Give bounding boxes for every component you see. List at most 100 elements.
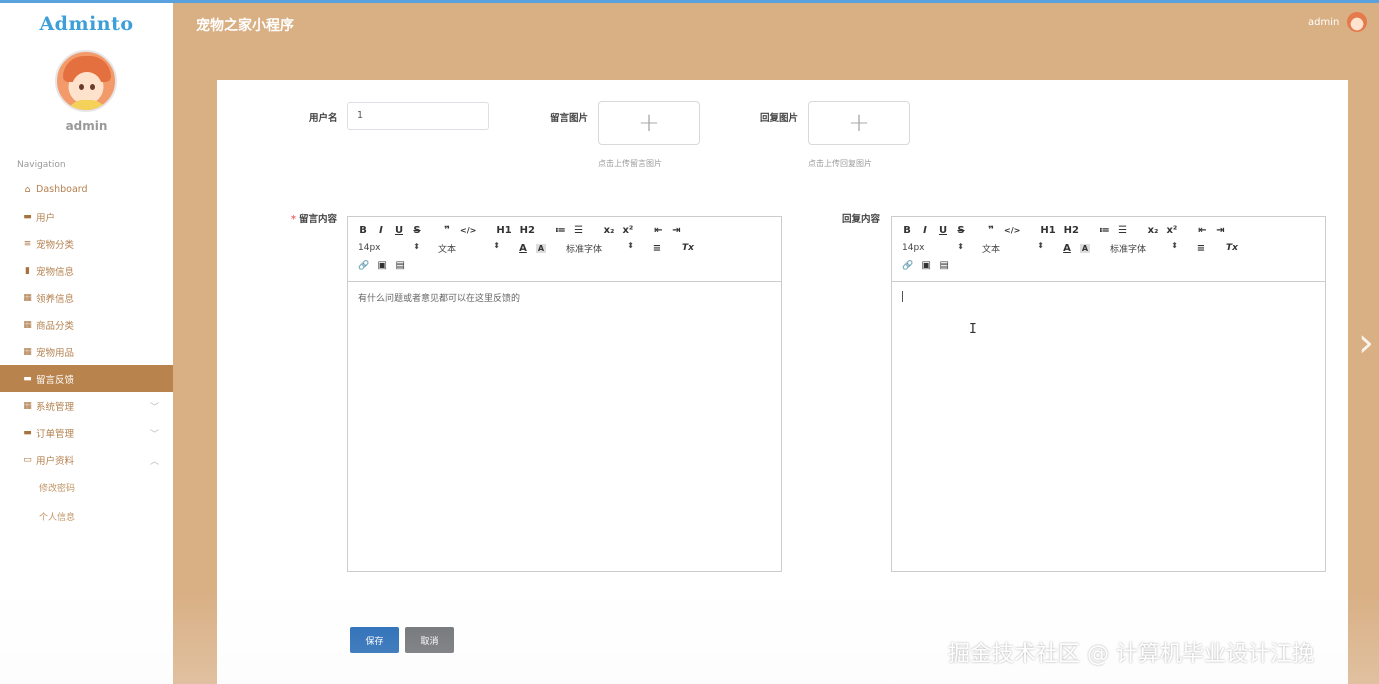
sidebar-item-profile[interactable]: ▭ 用户资料 ︿ [0,446,173,473]
sidebar-subitem-personal-info[interactable]: 个人信息 [0,502,173,531]
superscript-button[interactable]: x² [1166,225,1177,236]
sidebar-item-users[interactable]: ▬ 用户 [0,203,173,230]
list-icon: ≡ [23,238,32,249]
image-icon[interactable]: ▣ [377,260,387,271]
reply-content-text[interactable] [892,282,1325,311]
sidebar-subitem-change-password[interactable]: 修改密码 [0,473,173,502]
chevron-down-icon[interactable]: ﹀ [150,427,159,440]
chevron-left-icon[interactable]: ‹ [6,323,22,363]
underline-button[interactable]: U [394,225,404,236]
background-color-button[interactable]: A [536,243,546,253]
strike-button[interactable]: S [412,225,422,236]
indent-button[interactable]: ⇥ [1215,225,1225,236]
chevron-down-icon[interactable]: ﹀ [150,400,159,413]
subscript-button[interactable]: x₂ [604,225,615,236]
bold-button[interactable]: B [902,225,912,236]
sidebar-item-label: 商品分类 [36,320,75,332]
sidebar-item-dashboard[interactable]: ⌂ Dashboard [0,176,173,203]
bar-chart-icon: ▮ [25,265,30,276]
h2-button[interactable]: H2 [1064,225,1079,236]
image-icon[interactable]: ▣ [921,260,931,271]
chevron-up-icon[interactable]: ︿ [150,454,159,467]
reply-content-label: 回复内容 [842,214,881,225]
sidebar-nav: ⌂ Dashboard ▬ 用户 ≡ 宠物分类 ▮ 宠物信息 ▦ 领养信息 ▦ … [0,176,173,531]
link-icon[interactable]: 🔗 [358,261,369,271]
indent-button[interactable]: ⇥ [671,225,681,236]
chevron-right-icon[interactable]: › [1358,323,1374,363]
sidebar-item-product-category[interactable]: ▦ 商品分类 [0,311,173,338]
mouse-ibeam-cursor: I [969,322,977,337]
message-image-label: 留言图片 [550,113,589,124]
subscript-button[interactable]: x₂ [1148,225,1159,236]
message-image-upload[interactable]: + [598,101,700,145]
sidebar-item-pet-info[interactable]: ▮ 宠物信息 [0,257,173,284]
superscript-button[interactable]: x² [622,225,633,236]
sidebar-item-feedback[interactable]: ▬ 留言反馈 [0,365,173,392]
sidebar-item-pet-supplies[interactable]: ▦ 宠物用品 [0,338,173,365]
header-username[interactable]: admin [1308,17,1339,28]
outdent-button[interactable]: ⇤ [1197,225,1207,236]
sidebar-item-adoption[interactable]: ▦ 领养信息 [0,284,173,311]
code-block-button[interactable]: </> [1004,226,1020,235]
h2-button[interactable]: H2 [520,225,535,236]
font-color-button[interactable]: A [518,243,528,254]
align-button[interactable]: ≡ [652,243,662,254]
outdent-button[interactable]: ⇤ [653,225,663,236]
sidebar-item-label: 系统管理 [36,401,75,413]
username-input[interactable]: 1 [347,102,489,130]
cancel-button[interactable]: 取消 [405,627,454,653]
editor-toolbar: B I U S ❞ </> H1 H2 ≔ ☰ x₂ x² ⇤ ⇥ 14px ⬍ … [892,217,1325,282]
sidebar-item-system[interactable]: ▦ 系统管理 ﹀ [0,392,173,419]
header-select[interactable]: 文本 ⬍ [982,241,1044,255]
font-family-select[interactable]: 标准字体 ⬍ [1110,241,1178,255]
font-family-select[interactable]: 标准字体 ⬍ [566,241,634,255]
avatar[interactable] [55,50,117,112]
message-content-editor: B I U S ❞ </> H1 H2 ≔ ☰ x₂ x² ⇤ ⇥ 14px ⬍ … [347,216,782,572]
lock-icon: ▬ [23,373,32,384]
header-select[interactable]: 文本 ⬍ [438,241,500,255]
font-size-select[interactable]: 14px ⬍ [358,242,420,253]
font-size-select[interactable]: 14px ⬍ [902,242,964,253]
align-button[interactable]: ≡ [1196,243,1206,254]
nav-heading: Navigation [17,160,66,170]
link-icon[interactable]: 🔗 [902,261,913,271]
blockquote-button[interactable]: ❞ [986,225,996,236]
h1-button[interactable]: H1 [496,225,511,236]
message-content-text[interactable]: 有什么问题或者意见都可以在这里反馈的 [348,282,781,313]
user-avatar[interactable] [1347,12,1367,32]
profile-icon: ▭ [23,454,32,465]
clear-format-button[interactable]: Tx [1226,243,1238,253]
sidebar-item-label: 宠物信息 [36,266,75,278]
message-content-label: * 留言内容 [291,214,337,225]
app-logo[interactable]: Adminto [0,13,173,35]
ordered-list-button[interactable]: ≔ [555,225,566,236]
sidebar-item-label: 用户 [36,212,56,224]
h1-button[interactable]: H1 [1040,225,1055,236]
video-icon[interactable]: ▤ [939,260,949,271]
bullet-list-button[interactable]: ☰ [574,225,584,236]
italic-button[interactable]: I [376,225,386,236]
sidebar-item-label: 宠物分类 [36,239,75,251]
background-color-button[interactable]: A [1080,243,1090,253]
italic-button[interactable]: I [920,225,930,236]
reply-image-upload[interactable]: + [808,101,910,145]
blockquote-button[interactable]: ❞ [442,225,452,236]
bold-button[interactable]: B [358,225,368,236]
sidebar-item-label: 留言反馈 [36,374,75,386]
video-icon[interactable]: ▤ [395,260,405,271]
bullet-list-button[interactable]: ☰ [1118,225,1128,236]
underline-button[interactable]: U [938,225,948,236]
code-block-button[interactable]: </> [460,226,476,235]
sidebar-item-pet-category[interactable]: ≡ 宠物分类 [0,230,173,257]
clear-format-button[interactable]: Tx [682,243,694,253]
plus-icon: + [638,108,660,138]
grid-icon: ▦ [23,292,32,303]
plus-icon: + [848,108,870,138]
font-color-button[interactable]: A [1062,243,1072,254]
ordered-list-button[interactable]: ≔ [1099,225,1110,236]
user-card-icon: ▬ [23,211,32,222]
strike-button[interactable]: S [956,225,966,236]
message-image-hint: 点击上传留言图片 [598,159,662,168]
save-button[interactable]: 保存 [350,627,399,653]
sidebar-item-orders[interactable]: ▬ 订单管理 ﹀ [0,419,173,446]
